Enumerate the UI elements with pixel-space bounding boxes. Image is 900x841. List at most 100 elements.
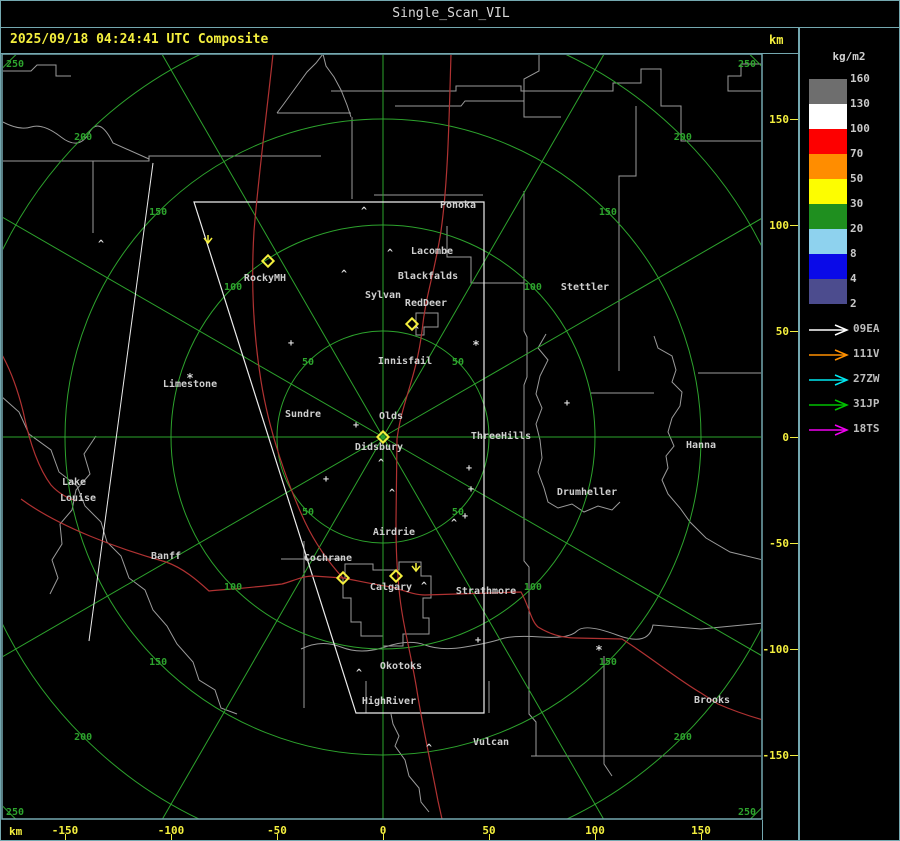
county-boundary-line — [276, 55, 323, 114]
range-ring-label-100: 100 — [524, 582, 542, 593]
city-label-airdrie: Airdrie — [373, 526, 415, 538]
right-axis-tick-label: 50 — [775, 325, 789, 338]
range-ring-label-150: 150 — [149, 657, 167, 668]
town-marker-caret: ^ — [421, 581, 427, 592]
town-marker-caret: ^ — [361, 206, 367, 217]
county-boundary-line — [523, 55, 540, 103]
county-boundary-line — [3, 397, 238, 715]
right-axis-tick-mark — [790, 437, 798, 438]
city-label-stettler: Stettler — [561, 282, 609, 293]
city-label-reddeer: RedDeer — [405, 298, 447, 309]
county-boundary-line — [331, 85, 591, 92]
town-marker-caret: ^ — [341, 269, 347, 280]
radar-arrow-label-27ZW: 27ZW — [853, 372, 880, 385]
city-label-hanna: Hanna — [686, 440, 716, 451]
map-right-border-extension — [762, 820, 763, 840]
colorbar-swatch — [809, 104, 847, 129]
town-marker-caret: ^ — [451, 518, 457, 529]
colorbar-tick-label: 20 — [850, 222, 864, 235]
colorbar-tick-label: 70 — [850, 147, 864, 160]
right-axis-tick-label: 0 — [782, 431, 789, 444]
range-ring-label-100: 100 — [224, 282, 242, 293]
range-ring-label-50: 50 — [452, 507, 464, 518]
colorbar-tick-label: 130 — [850, 97, 870, 110]
city-label-lake: Lake — [62, 477, 86, 488]
town-marker-star: * — [472, 338, 479, 352]
range-ring-label-50: 50 — [302, 507, 314, 518]
colorbar-swatch — [809, 279, 847, 304]
radar-arrow-icon-18TS — [807, 422, 851, 436]
right-axis-tick-mark — [790, 755, 798, 756]
colorbar-swatch — [809, 229, 847, 254]
right-axis-tick-mark — [790, 331, 798, 332]
range-ring-label-250: 250 — [6, 59, 24, 70]
legend-panel-separator — [798, 28, 800, 840]
city-label-brooks: Brooks — [694, 695, 730, 706]
county-boundary-line — [49, 435, 97, 595]
city-label-banff: Banff — [151, 551, 181, 562]
radar-arrow-icon-09EA — [807, 322, 851, 336]
colorbar-swatch — [809, 204, 847, 229]
county-boundary-line — [415, 312, 439, 336]
county-boundary-line — [322, 55, 352, 118]
radial-line-300deg — [382, 55, 605, 438]
county-boundary-line — [523, 191, 761, 757]
city-label-cochrane: Cochrane — [304, 553, 352, 564]
right-axis-tick-label: 150 — [769, 113, 789, 126]
colorbar-title: kg/m2 — [832, 50, 866, 63]
town-marker-plus: + — [564, 398, 570, 409]
radial-line-240deg — [161, 55, 384, 438]
colorbar-tick-label: 160 — [850, 72, 870, 85]
city-label-okotoks: Okotoks — [380, 661, 422, 672]
town-marker-plus: + — [288, 338, 294, 349]
colorbar-tick-label: 50 — [850, 172, 864, 185]
bottom-axis-tick-mark — [701, 834, 702, 840]
bottom-axis-tick-mark — [65, 834, 66, 840]
colorbar-tick-label: 2 — [850, 297, 857, 310]
radar-pointer-arrow-icon — [411, 563, 421, 573]
range-ring-label-100: 100 — [224, 582, 242, 593]
town-marker-star: * — [595, 643, 602, 657]
range-ring-label-150: 150 — [599, 207, 617, 218]
right-axis-tick-mark — [790, 543, 798, 544]
range-ring-label-250: 250 — [738, 59, 756, 70]
radar-arrow-label-111V: 111V — [853, 347, 880, 360]
bottom-axis-tick-mark — [383, 834, 384, 840]
radar-site-diamond-icon — [388, 568, 404, 584]
right-axis-tick-label: -50 — [769, 537, 789, 550]
right-axis-tick-mark — [790, 225, 798, 226]
colorbar-swatch — [809, 79, 847, 104]
bottom-axis-tick-mark — [171, 834, 172, 840]
city-label-sundre: Sundre — [285, 409, 321, 420]
colorbar-tick-label: 8 — [850, 247, 857, 260]
colorbar-tick-label: 4 — [850, 272, 857, 285]
town-marker-caret: ^ — [387, 248, 393, 259]
county-boundary-line — [523, 103, 561, 118]
radar-arrow-label-31JP: 31JP — [853, 397, 880, 410]
town-marker-caret: ^ — [389, 488, 395, 499]
right-axis-tick-mark — [790, 119, 798, 120]
city-label-didsbury: Didsbury — [355, 441, 403, 453]
town-marker-plus: + — [323, 474, 329, 485]
radar-arrow-icon-27ZW — [807, 372, 851, 386]
range-ring-label-100: 100 — [524, 282, 542, 293]
range-ring-label-150: 150 — [599, 657, 617, 668]
radar-arrow-label-09EA: 09EA — [853, 322, 880, 335]
city-label-olds: Olds — [379, 411, 403, 422]
range-ring-label-200: 200 — [74, 132, 92, 143]
scan-timestamp: 2025/09/18 04:24:41 UTC Composite — [10, 32, 269, 47]
city-label-calgary: Calgary — [370, 582, 412, 593]
colorbar-swatch — [809, 254, 847, 279]
county-boundary-line — [591, 68, 761, 142]
city-label-drumheller: Drumheller — [557, 487, 617, 498]
town-marker-plus: + — [468, 484, 474, 495]
range-ring-label-250: 250 — [738, 807, 756, 818]
city-label-limestone: Limestone — [163, 378, 217, 390]
county-boundary-line — [535, 333, 621, 513]
colorbar-swatch — [809, 179, 847, 204]
town-marker-caret: ^ — [378, 458, 384, 469]
county-boundary-line — [446, 226, 524, 284]
title-separator-line — [1, 27, 899, 28]
city-label-innisfail: Innisfail — [378, 355, 432, 367]
right-axis-tick-mark — [790, 649, 798, 650]
